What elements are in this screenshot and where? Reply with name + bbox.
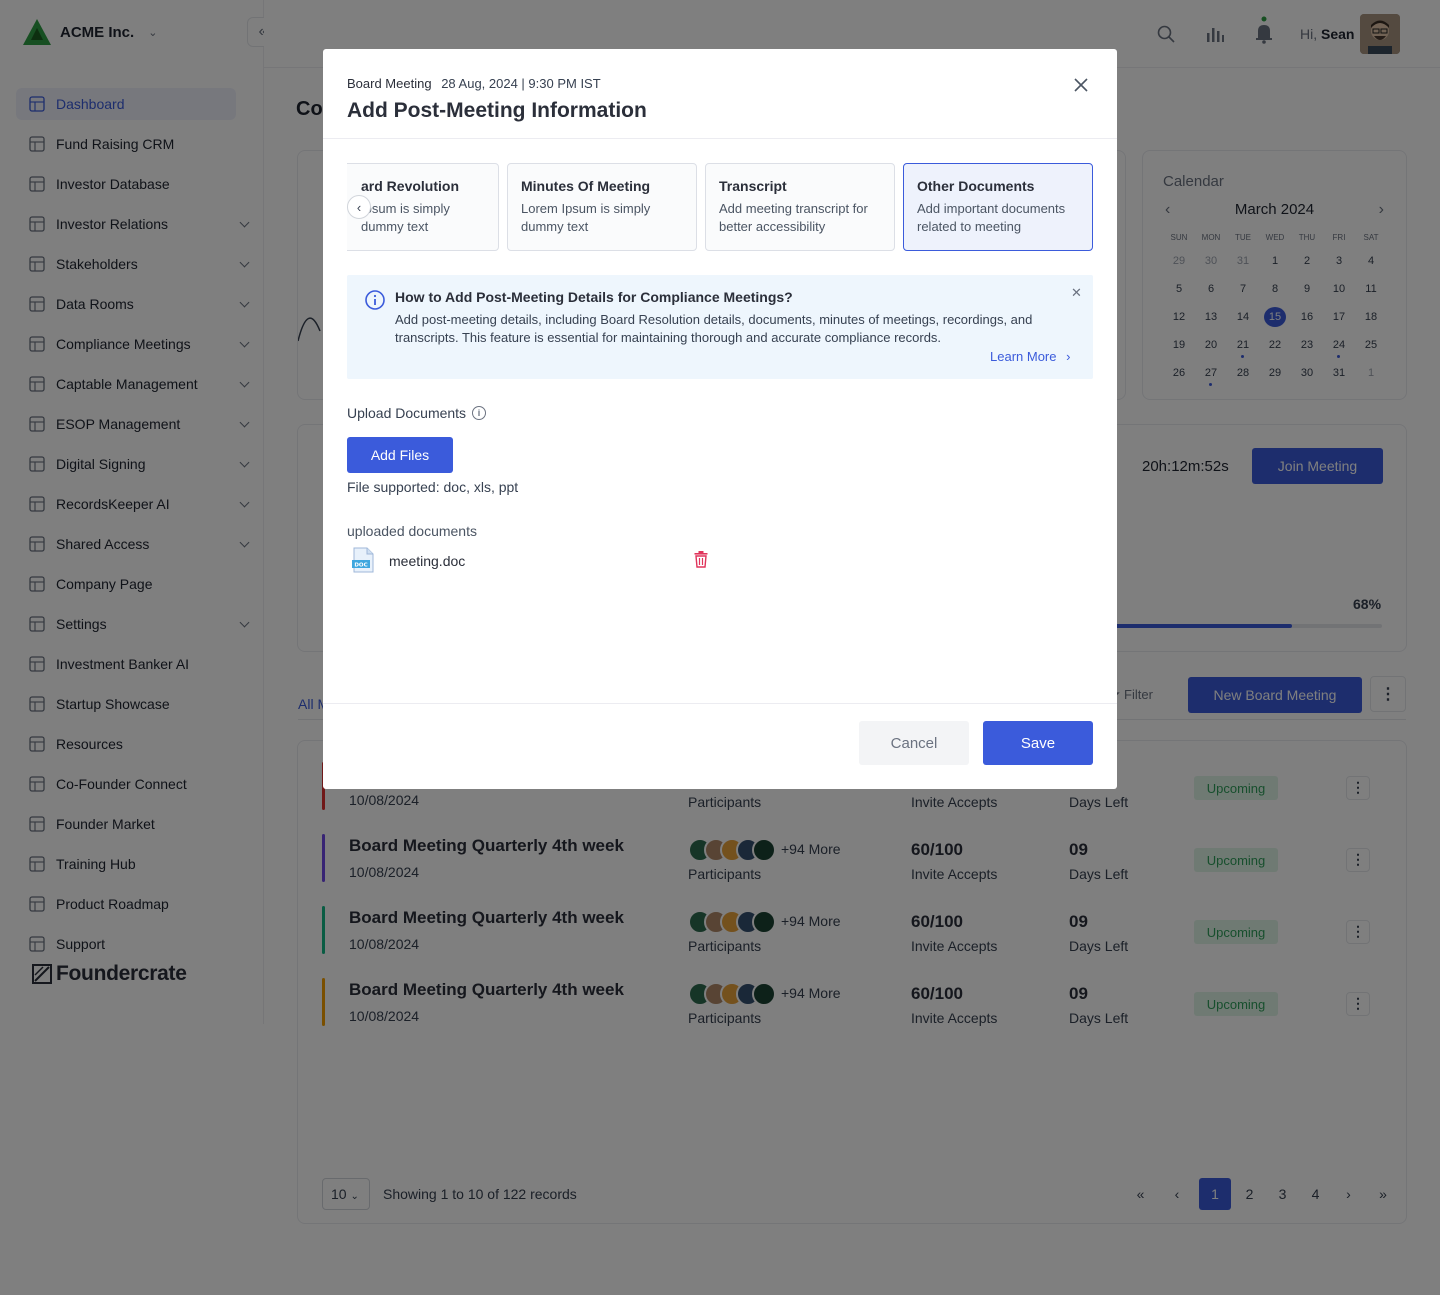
step-title: Minutes Of Meeting [521,178,651,194]
step-card-other-documents[interactable]: Other Documents Add important documents r… [903,163,1093,251]
file-supported-text: File supported: doc, xls, ppt [347,479,519,495]
step-title: ard Revolution [361,178,460,194]
modal-header-divider [323,138,1117,139]
info-title: How to Add Post-Meeting Details for Comp… [395,289,793,305]
step-carousel: ard Revolution Ipsum is simply dummy text… [347,163,1093,251]
meeting-datetime: 28 Aug, 2024 | 9:30 PM IST [441,76,601,91]
info-close-icon[interactable]: ✕ [1071,285,1082,301]
doc-file-icon: DOC [352,547,374,573]
info-text: Add post-meeting details, including Boar… [395,312,1033,345]
save-button[interactable]: Save [983,721,1093,765]
step-card-transcript[interactable]: Transcript Add meeting transcript for bet… [705,163,895,251]
info-banner: How to Add Post-Meeting Details for Comp… [347,275,1093,379]
step-title: Other Documents [917,178,1035,194]
file-name: meeting.doc [389,553,466,569]
learn-more-label: Learn More [990,349,1057,364]
carousel-prev-button[interactable]: ‹ [347,195,371,219]
modal-footer-divider [323,703,1117,704]
close-icon[interactable] [1071,75,1091,95]
delete-icon[interactable] [694,551,708,568]
meeting-type: Board Meeting [347,76,432,91]
step-description: Add important documents related to meeti… [917,201,1066,234]
step-description: Add meeting transcript for better access… [719,201,868,234]
modal-breadcrumb: Board Meeting 28 Aug, 2024 | 9:30 PM IST [347,76,601,91]
upload-info-icon[interactable]: i [472,406,487,420]
upload-documents-label: Upload Documents i [347,405,487,421]
info-icon [365,290,385,310]
cancel-button[interactable]: Cancel [859,721,969,765]
upload-label-text: Upload Documents [347,405,467,421]
step-card-minutes-of-meeting[interactable]: Minutes Of Meeting Lorem Ipsum is simply … [507,163,697,251]
post-meeting-modal: Board Meeting 28 Aug, 2024 | 9:30 PM IST… [323,49,1117,789]
step-title: Transcript [719,178,787,194]
modal-title: Add Post-Meeting Information [347,99,647,122]
chevron-right-icon: › [1066,349,1071,364]
uploaded-file-row: DOC meeting.doc [347,547,717,575]
step-description: Lorem Ipsum is simply dummy text [521,201,651,234]
learn-more-link[interactable]: Learn More › [990,349,1070,364]
chevron-left-icon: ‹ [356,199,362,215]
add-files-button[interactable]: Add Files [347,437,453,473]
uploaded-documents-label: uploaded documents [347,523,477,539]
svg-text:DOC: DOC [354,563,367,569]
